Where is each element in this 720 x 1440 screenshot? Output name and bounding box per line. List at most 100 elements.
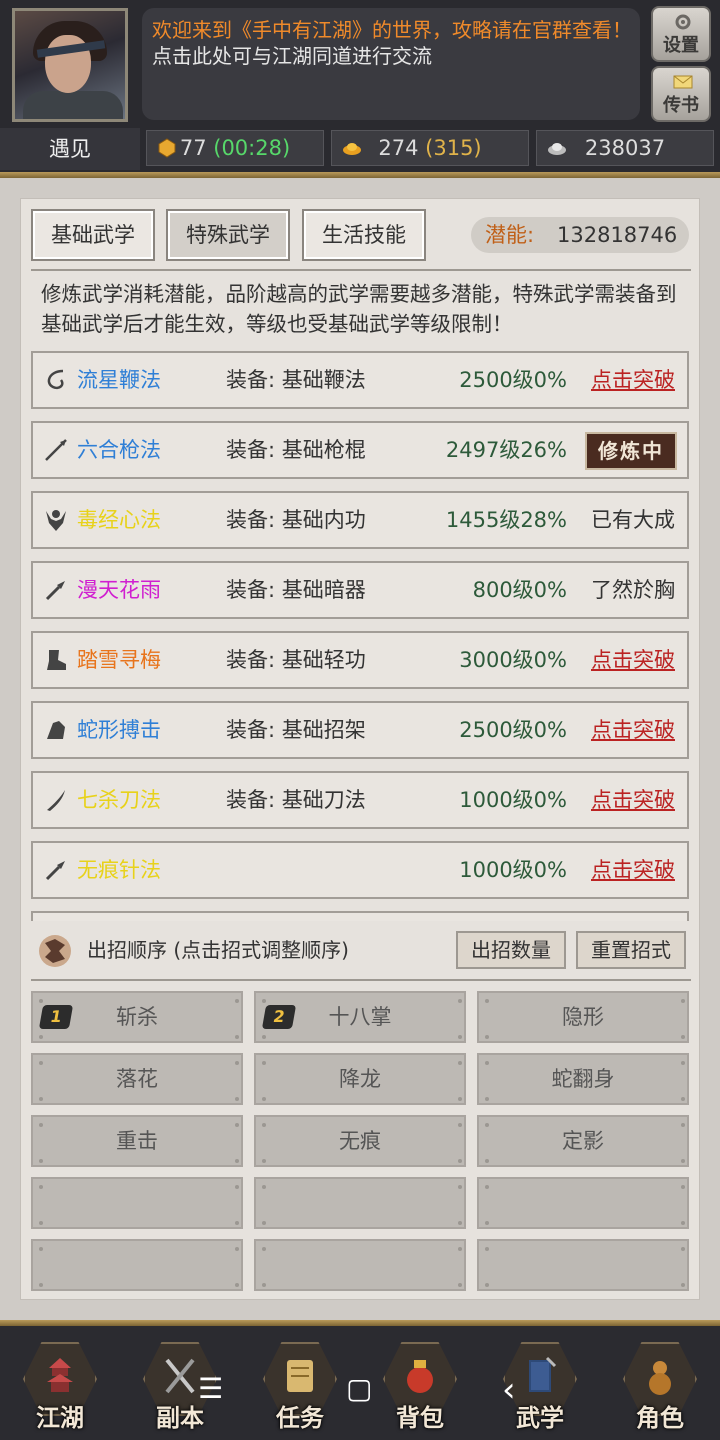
slot-rivet [485,1097,489,1101]
chat-box[interactable]: 欢迎来到《手中有江湖》的世界，攻略请在官群查看！ 点击此处可与江湖同道进行交流 [142,8,640,120]
nav-label: 角色 [636,1404,684,1432]
skill-row[interactable]: 无痕针法 1000级0% 点击突破 [31,841,689,899]
move-slot-label: 十八掌 [328,1005,392,1029]
system-home-button[interactable]: ▢ [346,1372,372,1405]
slot-rivet [485,1185,489,1189]
spear-icon [45,439,67,461]
nav-quests[interactable]: 任务 [263,1342,337,1432]
skill-row[interactable]: 漫天花雨 装备: 基础暗器 800级0% 了然於胸 [31,561,689,619]
nav-label: 江湖 [36,1404,84,1432]
potential-value: 132818746 [557,223,678,247]
skill-name: 漫天花雨 [77,578,161,602]
slot-rivet [262,1247,266,1251]
move-slot[interactable]: 降龙 [254,1053,466,1105]
bottom-nav-divider [0,1320,720,1326]
gold-value: 274 [378,136,419,160]
stamina-value: 77 [179,136,207,160]
move-slot[interactable] [254,1239,466,1291]
slot-rivet [458,1185,462,1189]
pouch-icon [407,1360,433,1393]
nav-bag[interactable]: 背包 [383,1342,457,1432]
move-slot[interactable]: 落花 [31,1053,243,1105]
slot-rivet [262,1221,266,1225]
meet-button[interactable]: 遇见 [0,128,140,170]
slot-rivet [458,1097,462,1101]
player-avatar[interactable] [12,8,128,122]
skill-row[interactable]: 流星鞭法 装备: 基础鞭法 2500级0% 点击突破 [31,351,689,409]
move-slot[interactable]: 蛇翻身 [477,1053,689,1105]
skill-row[interactable]: 毒经心法 装备: 基础内功 1455级28% 已有大成 [31,491,689,549]
settings-button[interactable]: 设置 [651,6,711,62]
skill-row[interactable]: 蛇形搏击 装备: 基础招架 2500级0% 点击突破 [31,701,689,759]
skill-equip-slot: 装备: 基础鞭法 [226,368,366,392]
slot-rivet [458,1123,462,1127]
tab-basic-arts[interactable]: 基础武学 [31,209,155,261]
needle-icon [45,861,65,881]
skill-equip-slot: 装备: 基础招架 [226,718,366,742]
slot-rivet [235,1221,239,1225]
skill-name: 蛇形搏击 [77,718,161,742]
nav-jianghu[interactable]: 江湖 [23,1342,97,1432]
move-slot[interactable] [254,1177,466,1229]
move-slot[interactable] [31,1177,243,1229]
move-slot[interactable] [477,1239,689,1291]
slot-rivet [39,1061,43,1065]
slot-rivet [39,999,43,1003]
move-slot[interactable] [31,1239,243,1291]
mail-button[interactable]: 传书 [651,66,711,122]
training-stamp[interactable]: 修炼中 [585,432,677,470]
breakthrough-link[interactable]: 点击突破 [591,773,675,827]
breakthrough-link[interactable]: 点击突破 [591,703,675,757]
bottom-nav: 江湖 副本 任务 背包 武学 角色 ☰ ▢ ‹ [0,1320,720,1440]
move-slot-label: 重击 [116,1129,158,1153]
skill-row[interactable]: 踏雪寻梅 装备: 基础轻功 3000级0% 点击突破 [31,631,689,689]
system-menu-button[interactable]: ☰ [198,1372,223,1405]
slot-rivet [485,1221,489,1225]
move-count-button[interactable]: 出招数量 [456,931,566,969]
slot-rivet [485,1247,489,1251]
envelope-icon [673,75,693,89]
skill-level: 2500级0% [459,718,567,742]
breakthrough-link[interactable]: 点击突破 [591,353,675,407]
tab-life-skills[interactable]: 生活技能 [302,209,426,261]
slot-rivet [39,1035,43,1039]
move-slot[interactable]: 隐形 [477,991,689,1043]
slot-rivet [681,1283,685,1287]
divider [31,269,691,271]
chat-hint[interactable]: 点击此处可与江湖同道进行交流 [152,40,432,69]
mail-label: 传书 [663,95,699,116]
move-slot[interactable]: 2 十八掌 [254,991,466,1043]
welcome-message: 欢迎来到《手中有江湖》的世界，攻略请在官群查看！ [152,18,632,42]
move-slot-label: 降龙 [339,1067,381,1091]
gourd-icon [649,1361,671,1395]
skill-row[interactable]: 六合枪法 装备: 基础枪棍 2497级26% 修炼中 [31,421,689,479]
move-slot[interactable]: 无痕 [254,1115,466,1167]
skill-equip-slot: 装备: 基础暗器 [226,578,366,602]
tab-special-arts[interactable]: 特殊武学 [166,209,290,261]
breakthrough-link[interactable]: 点击突破 [591,843,675,897]
skill-level: 1000级0% [459,788,567,812]
skill-name: 六合枪法 [77,438,161,462]
breakthrough-link[interactable]: 点击突破 [591,633,675,687]
move-order-badge: 1 [38,1005,74,1029]
slot-rivet [681,1185,685,1189]
slot-rivet [458,1061,462,1065]
move-slot[interactable]: 重击 [31,1115,243,1167]
slot-rivet [262,1097,266,1101]
skill-level: 2500级0% [459,368,567,392]
slot-rivet [262,1159,266,1163]
move-slot[interactable] [477,1177,689,1229]
move-slot[interactable]: 1 斩杀 [31,991,243,1043]
move-slot[interactable]: 定影 [477,1115,689,1167]
nav-label: 任务 [276,1404,324,1432]
resource-row: 遇见 77 (00:28) 274 (315) 238037 [0,128,720,170]
meditation-icon [46,510,66,531]
slot-rivet [235,1159,239,1163]
system-back-button[interactable]: ‹ [502,1370,516,1410]
arm-guard-icon [47,721,65,739]
reset-moves-button[interactable]: 重置招式 [576,931,686,969]
slot-rivet [39,1123,43,1127]
nav-character[interactable]: 角色 [623,1342,697,1432]
skill-row[interactable]: 七杀刀法 装备: 基础刀法 1000级0% 点击突破 [31,771,689,829]
slot-rivet [235,1097,239,1101]
